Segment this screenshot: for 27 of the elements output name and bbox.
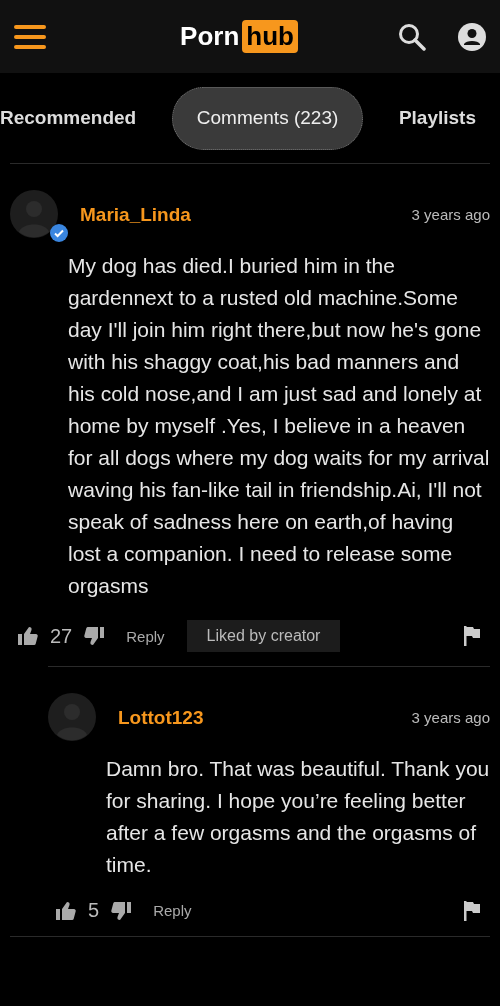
account-icon[interactable] [458,22,486,51]
thumbs-down-icon[interactable] [84,626,105,646]
reply-button[interactable]: Reply [126,627,165,645]
logo-text: Porn [180,21,240,52]
tab[interactable]: Recommended [0,107,137,129]
logo-badge: hub [242,20,298,53]
thumbs-down-icon[interactable] [111,900,132,921]
username[interactable]: Maria_Linda [80,204,191,226]
like-count: 27 [50,624,73,648]
tab[interactable]: Comments (223) [171,86,364,150]
tab[interactable]: Playlists [398,107,476,129]
avatar-icon [48,693,96,741]
search-icon[interactable] [398,22,426,51]
flag-icon[interactable] [464,626,480,646]
comment-time: 3 years ago [411,205,490,223]
liked-by-creator-badge: Liked by creator [186,620,341,652]
like-count: 5 [88,899,100,922]
menu-icon[interactable] [14,24,46,49]
avatar-icon [10,190,58,238]
flag-icon[interactable] [464,900,480,921]
comment-text: My dog has died.I buried him in the gardennext to a rusted old machine.Some day I'll join him right there,but now he's gone with his shaggy coat,his bad manners and his cold nose,and I am just sad and lonely at home by myself .Yes, I believe in a heaven for all dogs where my dog waits for my arrival waving his fan-like tail in friendship.Ai, I'll not speak of sadness here on earth,of having lost a companion. I need to release some orgasms [68,253,490,599]
comment-text: Damn bro. That was beautiful. Thank you for sharing. I hope you’re feeling better after a few orgasms and the orgasms of time. [106,756,490,878]
thumbs-up-icon[interactable] [56,900,76,921]
username[interactable]: Lottot123 [118,707,204,729]
thumbs-up-icon[interactable] [18,626,38,646]
comment-time: 3 years ago [411,708,490,726]
reply-button[interactable]: Reply [153,902,192,919]
